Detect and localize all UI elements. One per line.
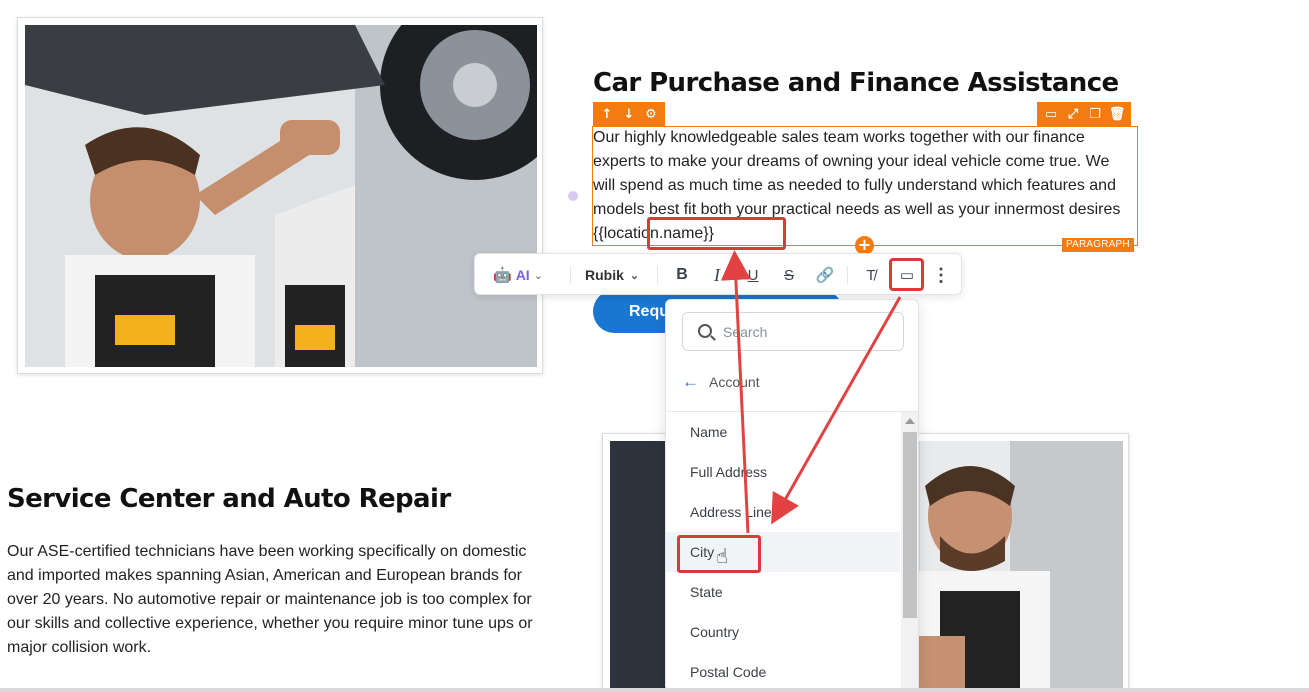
arrow-to-dropdown (771, 296, 902, 525)
page-bottom-border (0, 688, 1309, 692)
arrow-to-token (720, 250, 751, 534)
annotation-arrows (720, 250, 902, 534)
